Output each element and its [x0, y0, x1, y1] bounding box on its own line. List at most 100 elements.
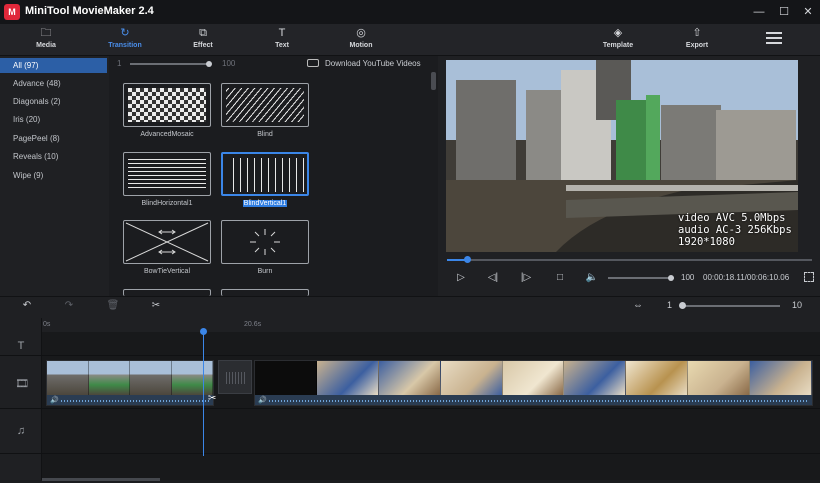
- download-video-icon[interactable]: [307, 59, 319, 67]
- tab-text-label: Text: [275, 42, 289, 49]
- transition-blindvertical1[interactable]: [221, 152, 309, 196]
- tab-text[interactable]: T Text: [252, 27, 312, 53]
- previous-frame-button[interactable]: ◁|: [486, 271, 500, 285]
- track-divider: [0, 355, 820, 356]
- tab-effect-label: Effect: [193, 42, 213, 49]
- app-logo-icon: M: [4, 4, 20, 20]
- transition-label-selected: BlindVertical1: [242, 200, 288, 207]
- split-scissors-icon[interactable]: ✂: [149, 299, 163, 313]
- bowtie-preview-icon: [125, 222, 209, 262]
- thumb-size-slider[interactable]: [130, 63, 210, 65]
- speaker-icon[interactable]: 🔊: [50, 396, 59, 404]
- zoom-max-label: 10: [792, 300, 803, 310]
- sidebar-item-diagonals[interactable]: Diagonals (2): [0, 94, 107, 109]
- maximize-button[interactable]: ☐: [777, 5, 791, 19]
- transition-partial[interactable]: [221, 289, 309, 296]
- tab-motion-label: Motion: [349, 42, 373, 49]
- mosaic-preview-icon: [128, 88, 206, 122]
- thumb-size-min-label: 1: [117, 59, 122, 68]
- export-icon: ⇧: [692, 27, 702, 39]
- hamburger-menu-icon[interactable]: [766, 32, 782, 44]
- next-frame-button[interactable]: |▷: [519, 271, 533, 285]
- timeline-zoom-handle[interactable]: [679, 302, 686, 309]
- blind-preview-icon: [226, 88, 304, 122]
- stop-button[interactable]: □: [553, 271, 567, 285]
- sidebar-item-reveals[interactable]: Reveals (10): [0, 149, 107, 164]
- blind-vertical-preview-icon: [227, 158, 305, 192]
- play-button[interactable]: ▷: [454, 271, 468, 285]
- timeline-toolbar: [0, 296, 820, 318]
- effect-icon: ⧉: [199, 27, 207, 39]
- sidebar-item-pagepeel[interactable]: PagePeel (8): [0, 131, 107, 146]
- export-label: Export: [685, 42, 709, 49]
- transition-blind[interactable]: [221, 83, 309, 127]
- transition-label: BowTieVertical: [143, 268, 191, 275]
- track-divider: [0, 453, 820, 454]
- timeline-horizontal-scrollbar[interactable]: [42, 478, 160, 481]
- playback-progress-bar[interactable]: [447, 259, 812, 261]
- sidebar-item-advance[interactable]: Advance (48): [0, 76, 107, 91]
- fit-timeline-icon[interactable]: ⇔: [631, 299, 645, 313]
- volume-value: 100: [681, 273, 695, 282]
- split-marker-scissors-icon[interactable]: ✂: [208, 393, 216, 404]
- video-clip-1[interactable]: 🔊: [46, 360, 214, 406]
- playhead[interactable]: [203, 332, 204, 456]
- timeline-zoom-slider[interactable]: [680, 305, 780, 307]
- transition-label: Blind: [257, 131, 273, 138]
- playhead-handle[interactable]: [200, 328, 207, 335]
- tab-effect[interactable]: ⧉ Effect: [173, 27, 233, 53]
- clip-audio-waveform: 🔊: [255, 395, 812, 405]
- minimize-button[interactable]: —: [752, 5, 766, 19]
- thumb-size-max-label: 100: [222, 59, 236, 68]
- tab-transition[interactable]: ↻ Transition: [95, 27, 155, 53]
- video-clip-2[interactable]: 🔊: [254, 360, 813, 406]
- sidebar-item-wipe[interactable]: Wipe (9): [0, 168, 107, 183]
- ruler-label: 0s: [43, 321, 51, 328]
- transition-icon: ↻: [120, 27, 130, 39]
- transition-slot[interactable]: [218, 360, 252, 394]
- export-button[interactable]: ⇧ Export: [667, 27, 727, 53]
- speaker-icon[interactable]: 🔊: [258, 396, 267, 404]
- thumb-size-slider-handle[interactable]: [206, 61, 212, 67]
- volume-icon[interactable]: 🔈: [585, 271, 599, 285]
- fullscreen-icon[interactable]: [804, 272, 814, 282]
- ruler-label: 20.6s: [244, 321, 262, 328]
- music-track-icon: ♫: [16, 425, 26, 437]
- transition-partial[interactable]: [123, 289, 211, 296]
- transition-burn[interactable]: [221, 220, 309, 264]
- clip-audio-waveform: 🔊: [47, 395, 213, 405]
- motion-icon: ◎: [356, 27, 366, 39]
- sidebar-item-iris[interactable]: Iris (20): [0, 112, 107, 127]
- undo-icon[interactable]: ↶: [20, 299, 34, 313]
- close-button[interactable]: ✕: [801, 5, 815, 19]
- delete-icon[interactable]: 🗑: [106, 299, 120, 313]
- timecode-display: 00:00:18.11/00:06:10.06: [703, 273, 790, 282]
- template-label: Template: [602, 42, 634, 49]
- folder-icon: 🗀: [40, 27, 52, 39]
- panel-scrollbar[interactable]: [431, 72, 436, 90]
- transition-advancedmosaic[interactable]: [123, 83, 211, 127]
- transition-bowtievertical[interactable]: [123, 220, 211, 264]
- app-title: MiniTool MovieMaker 2.4: [25, 5, 154, 17]
- template-button[interactable]: ◈ Template: [588, 27, 648, 53]
- track-divider: [0, 408, 820, 409]
- volume-slider[interactable]: [608, 277, 674, 279]
- clip-thumbnails: [255, 361, 812, 395]
- video-info-overlay: video AVC 5.0Mbps audio AC-3 256Kbps 192…: [678, 212, 792, 248]
- zoom-min-label: 1: [667, 300, 673, 310]
- redo-icon[interactable]: ↷: [62, 299, 76, 313]
- clip-thumbnails: [47, 361, 213, 395]
- tab-motion[interactable]: ◎ Motion: [331, 27, 391, 53]
- sidebar-item-all[interactable]: All (97): [0, 58, 107, 73]
- timeline-ruler[interactable]: [42, 318, 820, 332]
- tab-media[interactable]: 🗀 Media: [16, 27, 76, 53]
- text-icon: T: [278, 27, 286, 39]
- playback-progress-handle[interactable]: [464, 256, 472, 263]
- download-youtube-link[interactable]: Download YouTube Videos: [325, 59, 421, 68]
- video-track-icon: 🎞: [15, 378, 29, 390]
- blind-horizontal-preview-icon: [128, 157, 206, 191]
- tab-media-label: Media: [36, 42, 56, 49]
- volume-slider-handle[interactable]: [667, 275, 674, 281]
- tab-transition-label: Transition: [108, 42, 142, 49]
- transition-blindhorizontal1[interactable]: [123, 152, 211, 196]
